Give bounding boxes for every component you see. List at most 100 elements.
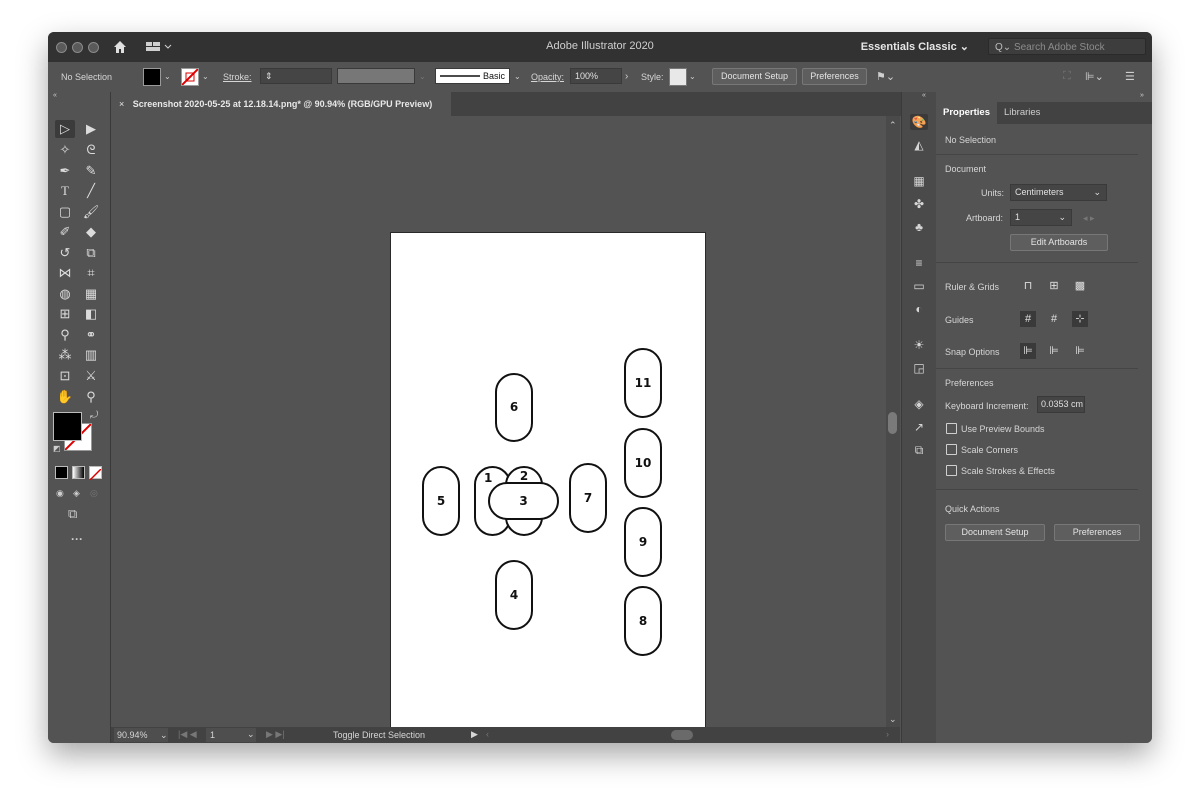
artboard-select[interactable]: 1 ⌄ [1010,209,1072,226]
chevron-down-icon[interactable]: ⌄ [247,729,255,740]
align-icon[interactable]: ⊫⌄ [1085,70,1104,83]
fill-color-box[interactable] [53,412,82,441]
layers-icon[interactable]: ◈ [910,396,928,412]
eyedropper-tool-icon[interactable]: ⚲ [55,326,75,344]
document-setup-button[interactable]: Document Setup [712,68,797,85]
opacity-label[interactable]: Opacity: [531,72,564,82]
transparency-icon[interactable]: ◐ [910,301,928,317]
rounded-shape-8[interactable]: 8 [624,586,662,656]
stepper-icon[interactable]: ⇕ [265,71,273,81]
asset-export-icon[interactable]: ↗ [910,419,928,435]
rounded-shape-7[interactable]: 7 [569,463,607,533]
blend-tool-icon[interactable]: ⚭ [81,326,101,344]
stroke-swatch[interactable] [181,68,199,86]
lock-guides-icon[interactable]: # [1046,311,1062,327]
zoom-level-field[interactable]: 90.94% ⌄ [114,728,168,742]
gradient-mode-icon[interactable] [72,466,85,479]
slice-tool-icon[interactable]: ⚔ [81,367,101,385]
vertical-scrollbar[interactable]: ⌃ ⌄ [886,116,900,727]
perspective-grid-tool-icon[interactable]: ▦ [81,285,101,303]
scroll-left-icon[interactable]: ‹ [486,729,489,739]
mesh-tool-icon[interactable]: ⊞ [55,305,75,323]
document-tab[interactable]: × Screenshot 2020-05-25 at 12.18.14.png*… [111,92,451,116]
qa-preferences-button[interactable]: Preferences [1054,524,1140,541]
opacity-field[interactable]: 100% [570,68,622,84]
zoom-tool-icon[interactable]: ⚲ [81,388,101,406]
properties-panel-icon[interactable]: 🎨 [910,114,928,130]
stroke-label[interactable]: Stroke: [223,72,252,82]
symbol-sprayer-tool-icon[interactable]: ⁂ [55,346,75,364]
chevron-down-icon[interactable]: ⌄ [164,72,171,81]
expand-icon[interactable]: » [1140,92,1144,99]
hand-tool-icon[interactable]: ✋ [55,388,75,406]
rounded-shape-3[interactable]: 3 [488,482,559,520]
rounded-shape-4[interactable]: 4 [495,560,533,630]
transparency-grid-icon[interactable]: ▩ [1072,278,1088,294]
snap-to-grid-icon[interactable]: ⊫ [1046,343,1062,359]
smart-guides-icon[interactable]: ⊹ [1072,311,1088,327]
keyboard-increment-field[interactable]: 0.0353 cm [1037,396,1085,413]
rounded-shape-5[interactable]: 5 [422,466,460,536]
column-graph-tool-icon[interactable]: ▥ [81,346,101,364]
draw-inside-icon[interactable]: ◎ [90,488,98,499]
rulers-icon[interactable]: ⊓ [1020,278,1036,294]
chevron-down-icon[interactable]: ⌄ [514,72,521,81]
scroll-down-icon[interactable]: ⌄ [889,714,897,725]
previous-artboard-icon[interactable]: ◂ ▸ [1083,213,1095,224]
none-mode-icon[interactable] [89,466,102,481]
scale-corners-checkbox[interactable] [946,444,957,455]
direct-selection-tool-icon[interactable]: ▶ [81,120,101,138]
status-menu-icon[interactable]: ▶ [471,729,478,740]
pen-tool-icon[interactable]: ✒ [55,162,75,180]
shape-builder-tool-icon[interactable]: ◍ [55,285,75,303]
chevron-right-icon[interactable]: › [625,71,628,82]
curvature-tool-icon[interactable]: ✎ [81,162,101,180]
swap-colors-icon[interactable]: ⤾ [90,410,98,421]
preferences-button[interactable]: Preferences [802,68,867,85]
scale-tool-icon[interactable]: ⧉ [81,244,101,262]
graphic-styles-icon[interactable]: ◲ [910,360,928,376]
brush-definition[interactable]: Basic [435,68,510,84]
scroll-right-icon[interactable]: › [886,729,889,739]
scale-strokes-effects-checkbox[interactable] [946,465,957,476]
width-tool-icon[interactable]: ⋈ [55,264,75,282]
variable-width-profile[interactable] [337,68,415,84]
draw-behind-icon[interactable]: ◈ [73,488,80,499]
type-tool-icon[interactable]: T [55,182,75,200]
lasso-tool-icon[interactable]: ᘓ [81,141,101,159]
line-tool-icon[interactable]: ╱ [81,182,101,200]
eraser-tool-icon[interactable]: ◆ [81,223,101,241]
tab-libraries[interactable]: Libraries [997,102,1047,124]
workspace-switcher[interactable]: Essentials Classic ⌄ [861,40,969,53]
edit-artboards-button[interactable]: Edit Artboards [1010,234,1108,251]
swatches-icon[interactable]: ▦ [910,173,928,189]
chevron-down-icon[interactable]: ⌄ [202,72,209,81]
appearance-icon[interactable]: ☀ [910,337,928,353]
panel-menu-icon[interactable]: ☰ [1125,70,1135,83]
selection-tool-icon[interactable]: ▷ [55,120,75,138]
use-preview-bounds-checkbox[interactable] [946,423,957,434]
rounded-shape-6[interactable]: 6 [495,373,533,442]
shaper-tool-icon[interactable]: ✐ [55,223,75,241]
chevron-down-icon[interactable]: ⌄ [689,72,696,81]
scroll-up-icon[interactable]: ⌃ [889,120,897,131]
last-artboard-icon[interactable]: ▶ ▶| [266,729,285,740]
show-guides-icon[interactable]: # [1020,311,1036,327]
units-select[interactable]: Centimeters ⌄ [1010,184,1107,201]
artboards-panel-icon[interactable]: ⧉ [910,442,928,458]
tab-properties[interactable]: Properties [936,102,997,124]
first-artboard-icon[interactable]: |◀ ◀ [178,729,197,740]
graphic-style-swatch[interactable] [669,68,687,86]
rectangle-tool-icon[interactable]: ▢ [55,203,75,221]
screen-mode-icon[interactable]: ⧉ [68,506,77,522]
rounded-shape-9[interactable]: 9 [624,507,662,577]
gradient-panel-icon[interactable]: ▭ [910,278,928,294]
paintbrush-tool-icon[interactable]: 🖌 [81,203,101,221]
color-guide-icon[interactable]: ◭ [910,137,928,153]
qa-document-setup-button[interactable]: Document Setup [945,524,1045,541]
collapse-icon[interactable]: « [53,92,57,99]
edit-toolbar-icon[interactable]: ··· [71,532,83,546]
artboard-tool-icon[interactable]: ⊡ [55,367,75,385]
close-tab-icon[interactable]: × [119,99,124,109]
arrange-icon[interactable]: ⚑⌄ [876,70,895,83]
